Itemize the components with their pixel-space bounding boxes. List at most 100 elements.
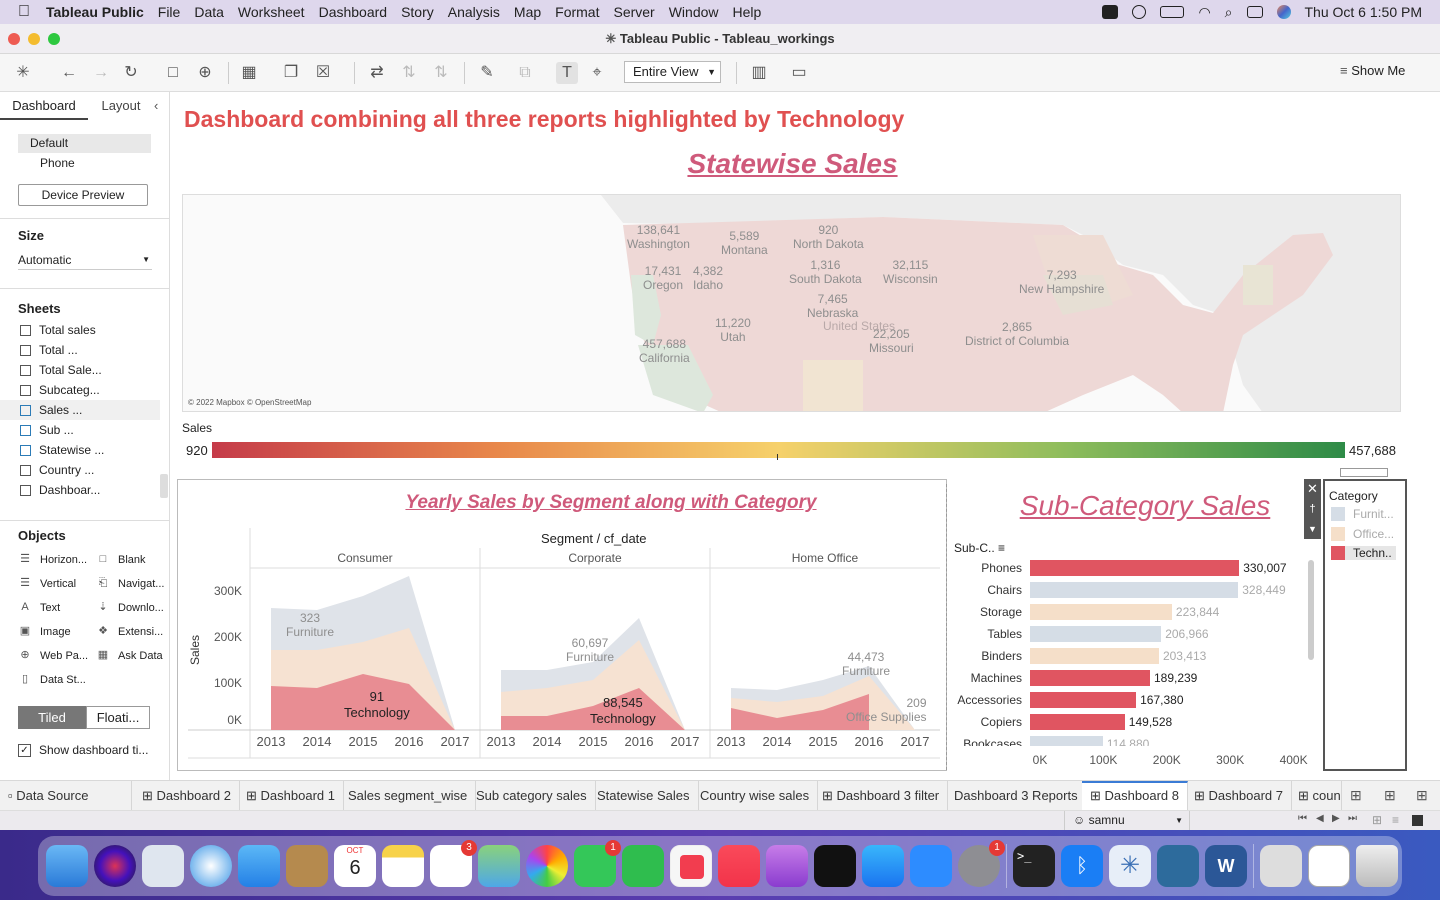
notes-icon[interactable] xyxy=(382,845,424,887)
legend-item-office-supplies[interactable]: Office... xyxy=(1331,527,1394,541)
contacts-icon[interactable] xyxy=(286,845,328,887)
messages-icon[interactable]: 1 xyxy=(574,840,621,887)
launchpad-icon[interactable] xyxy=(142,845,184,887)
tab-country-wise-sales[interactable]: Country wise sales xyxy=(692,781,819,810)
wifi-icon[interactable]: ◠ xyxy=(1198,4,1210,21)
facetime-icon[interactable] xyxy=(622,845,664,887)
object-web-page[interactable]: ⊕ Web Pa... xyxy=(18,649,88,662)
save-icon[interactable]: □ xyxy=(162,62,184,84)
subcat-bar[interactable] xyxy=(1030,736,1103,746)
calendar-icon[interactable]: OCT 6 xyxy=(334,845,376,887)
minimize-window-button[interactable] xyxy=(28,33,40,45)
map-label-missouri[interactable]: 22,205 Missouri xyxy=(869,327,914,355)
tab-sub-category-sales[interactable]: Sub category sales xyxy=(468,781,596,810)
map-label-district-of-columbia[interactable]: 2,865 District of Columbia xyxy=(965,320,1069,348)
terminal-icon[interactable]: >_ xyxy=(1013,845,1055,887)
sheet-sorter-icon[interactable]: ⊞ xyxy=(1372,813,1382,827)
reminders-icon[interactable]: 3 xyxy=(430,840,477,887)
show-title-checkbox[interactable]: ✓ Show dashboard ti... xyxy=(18,743,148,757)
cards-icon[interactable]: ▥ xyxy=(748,62,770,84)
sheet-item[interactable]: Sub ... xyxy=(20,420,160,440)
tab-statewise-sales[interactable]: Statewise Sales xyxy=(589,781,699,810)
yearly-sales-chart[interactable]: Yearly Sales by Segment along with Categ… xyxy=(177,479,947,771)
map-label-washington[interactable]: 138,641 Washington xyxy=(627,223,690,251)
sheet-item[interactable]: Total Sale... xyxy=(20,360,160,380)
object-ask-data[interactable]: ▦ Ask Data xyxy=(96,649,163,662)
map-label-nebraska[interactable]: 7,465 Nebraska xyxy=(807,292,858,320)
resize-handle[interactable] xyxy=(1340,468,1388,477)
sheet-item[interactable]: Country ... xyxy=(20,460,160,480)
close-icon[interactable]: ✕ xyxy=(1304,479,1321,499)
sheets-scrollbar[interactable] xyxy=(160,474,168,498)
menu-server[interactable]: Server xyxy=(613,4,654,20)
object-horizontal[interactable]: ☰ Horizon... xyxy=(18,553,87,566)
document-preview-icon[interactable] xyxy=(1308,845,1350,887)
map-label-california[interactable]: 457,688 California xyxy=(639,337,690,365)
menu-map[interactable]: Map xyxy=(514,4,541,20)
tab-country[interactable]: ⊞ coun xyxy=(1290,781,1342,810)
first-sheet-icon[interactable]: ⏮ xyxy=(1298,813,1307,824)
pin-icon[interactable]: † xyxy=(1304,499,1321,519)
map-label-utah[interactable]: 11,220 Utah xyxy=(715,316,751,344)
duplicate-sheet-icon[interactable]: ❐ xyxy=(280,62,302,84)
subcat-bar[interactable] xyxy=(1030,648,1159,664)
control-center-icon[interactable] xyxy=(1246,6,1263,18)
play-icon[interactable] xyxy=(1132,5,1147,19)
subcat-bar[interactable] xyxy=(1030,626,1162,642)
last-sheet-icon[interactable]: ⏭ xyxy=(1348,813,1357,824)
object-blank[interactable]: □ Blank xyxy=(96,553,146,566)
trash-icon[interactable] xyxy=(1356,845,1398,887)
menu-data[interactable]: Data xyxy=(194,4,224,20)
close-window-button[interactable] xyxy=(8,33,20,45)
clear-sheet-icon[interactable]: ☒ xyxy=(312,62,334,84)
replay-icon[interactable]: ↻ xyxy=(120,62,142,84)
map-label-idaho[interactable]: 4,382 Idaho xyxy=(693,264,723,292)
news-icon[interactable] xyxy=(670,845,712,887)
subcat-bar[interactable] xyxy=(1030,714,1125,730)
fix-axes-icon[interactable]: ⌖ xyxy=(586,62,608,84)
tab-dashboard[interactable]: Dashboard xyxy=(0,92,88,120)
object-vertical[interactable]: ☰ Vertical xyxy=(18,577,76,590)
undo-icon[interactable]: ← xyxy=(58,62,80,84)
sheet-item[interactable]: Total sales xyxy=(20,324,160,340)
object-extension[interactable]: ❖ Extensi... xyxy=(96,625,163,638)
map-label-wisconsin[interactable]: 32,115 Wisconsin xyxy=(883,258,938,286)
tabs-view-icon[interactable] xyxy=(1412,815,1423,826)
tab-dashboard-1[interactable]: ⊞ Dashboard 1 xyxy=(238,781,344,810)
maps-icon[interactable] xyxy=(478,845,520,887)
tab-dashboard-7[interactable]: ⊞ Dashboard 7 xyxy=(1186,781,1292,810)
tab-dashboard-3-reports[interactable]: Dashboard 3 Reports xyxy=(946,781,1087,810)
tab-sales-segment-wise[interactable]: Sales segment_wise xyxy=(340,781,477,810)
menu-story[interactable]: Story xyxy=(401,4,434,20)
menu-app-name[interactable]: Tableau Public xyxy=(46,4,144,20)
legend-item-furniture[interactable]: Furnit... xyxy=(1331,507,1394,521)
menu-clock[interactable]: Thu Oct 6 1:50 PM xyxy=(1305,4,1423,20)
legend-item-technology[interactable]: Techn.. xyxy=(1331,546,1396,560)
tab-dashboard-8[interactable]: ⊞ Dashboard 8 xyxy=(1082,781,1188,810)
apple-icon[interactable]:  xyxy=(18,3,30,21)
tab-layout[interactable]: Layout xyxy=(88,92,154,120)
subcat-bar[interactable] xyxy=(1030,604,1172,620)
subcat-bar-chart[interactable]: Phones 330,007 Chairs 328,449 Storage 223,844… xyxy=(950,552,1300,746)
sheet-item[interactable]: Statewise ... xyxy=(20,440,160,460)
menu-help[interactable]: Help xyxy=(733,4,762,20)
highlight-icon[interactable]: ✎ xyxy=(476,62,498,84)
podcasts-icon[interactable] xyxy=(766,845,808,887)
device-preview-button[interactable]: Device Preview xyxy=(18,184,148,206)
subcat-bar[interactable] xyxy=(1030,582,1239,598)
mail-icon[interactable] xyxy=(238,845,280,887)
zoom-window-button[interactable] xyxy=(48,33,60,45)
new-story-tab-icon[interactable]: ⊞ xyxy=(1416,787,1428,804)
map-label-north-dakota[interactable]: 920 North Dakota xyxy=(793,223,864,251)
presentation-mode-icon[interactable]: ▭ xyxy=(788,62,810,84)
subcat-bar[interactable] xyxy=(1030,670,1150,686)
collapse-panel-icon[interactable]: ‹ xyxy=(154,98,158,113)
object-download[interactable]: ⇣ Downlo... xyxy=(96,601,163,614)
new-worksheet-icon[interactable]: ▦ xyxy=(238,62,260,84)
music-icon[interactable] xyxy=(718,845,760,887)
sql-file-icon[interactable] xyxy=(1260,845,1302,887)
screen-record-icon[interactable] xyxy=(1102,5,1119,19)
menu-window[interactable]: Window xyxy=(669,4,719,20)
object-data-story[interactable]: ▯ Data St... xyxy=(18,673,86,686)
sheet-item[interactable]: Total ... xyxy=(20,340,160,360)
